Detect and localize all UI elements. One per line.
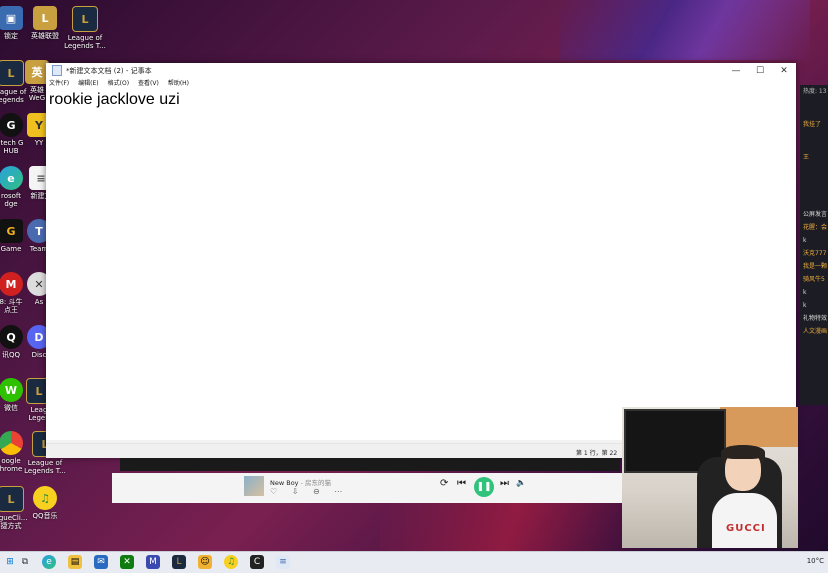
next-icon[interactable]: ⏭: [500, 478, 509, 489]
menu-bar: 文件(F) 编辑(E) 格式(O) 查看(V) 帮助(H): [46, 78, 796, 89]
start-icon[interactable]: ⊞: [3, 555, 17, 569]
task-view-icon[interactable]: ⧉: [18, 555, 32, 569]
desktop-icon-21[interactable]: ♫ QQ音乐: [20, 486, 70, 520]
shirt-logo: GUCCI: [726, 523, 766, 534]
text-editor[interactable]: rookie jacklove uzi: [48, 91, 796, 442]
album-cover[interactable]: [244, 476, 264, 496]
yy-taskbar-icon[interactable]: ☺: [198, 555, 212, 569]
chat-line: k: [803, 237, 807, 244]
weather-status[interactable]: 10°C: [807, 557, 824, 565]
qq-music-icon: ♫: [33, 486, 57, 510]
song-title: New Boy: [270, 479, 299, 487]
taskbar: ⊞ ⧉ e ▤ ✉ ✕ M L ☺ ♫ C ≡ 10°C: [0, 551, 828, 573]
music-player: New Boy - 房东的猫 ♡ ⇩ ⊖ ⋯ ⟳ ⏮ ❚❚ ⏭ 🔈: [112, 473, 624, 503]
chat-line: k: [803, 302, 807, 309]
chat-line: k: [803, 289, 807, 296]
chat-line: 骑风牛5: [803, 276, 825, 283]
app-taskbar-icon[interactable]: M: [146, 555, 160, 569]
close-button[interactable]: ✕: [772, 66, 796, 76]
app-taskbar-icon-2[interactable]: C: [250, 555, 264, 569]
maximize-button[interactable]: ☐: [748, 66, 772, 76]
pause-button[interactable]: ❚❚: [474, 477, 494, 497]
live-chat-panel: 热度: 13 我挂了 王 公屏发言 花腥：会 k 沃克777 我是一颗 骑风牛5…: [800, 85, 828, 405]
chat-line: 人文漫画: [803, 328, 828, 335]
lol-icon: L: [72, 6, 98, 32]
song-artist: - 房东的猫: [298, 479, 332, 487]
chat-line: 我是一颗: [803, 263, 828, 270]
lol-taskbar-icon[interactable]: L: [172, 555, 186, 569]
song-actions[interactable]: ♡ ⇩ ⊖ ⋯: [270, 487, 348, 496]
file-explorer-icon[interactable]: ▤: [68, 555, 82, 569]
notepad-taskbar-icon[interactable]: ≡: [276, 555, 290, 569]
edge-taskbar-icon[interactable]: e: [42, 555, 56, 569]
chat-line: 我挂了: [803, 121, 822, 128]
window-title: *新建文本文档 (2) - 记事本: [66, 66, 152, 75]
lol-icon: L: [33, 6, 57, 30]
player-visual-strip: [120, 458, 620, 471]
chat-heat: 热度: 13: [803, 88, 827, 95]
wallpaper-accent-top: [560, 0, 810, 60]
notepad-icon: [52, 65, 62, 76]
xbox-icon[interactable]: ✕: [120, 555, 134, 569]
menu-format[interactable]: 格式(O): [108, 78, 129, 89]
chat-line: 沃克777: [803, 250, 827, 257]
menu-help[interactable]: 帮助(H): [168, 78, 189, 89]
minimize-button[interactable]: —: [724, 66, 748, 76]
webcam-overlay: GUCCI: [622, 407, 798, 548]
cursor-position: 第 1 行，第 22: [576, 450, 618, 457]
title-bar[interactable]: *新建文本文档 (2) - 记事本 — ☐ ✕: [46, 63, 796, 78]
chat-line: 公屏发言: [803, 211, 828, 218]
streamer-bangs: [721, 445, 765, 459]
volume-icon[interactable]: 🔈: [516, 478, 526, 487]
chat-line: 花腥：会: [803, 224, 828, 231]
menu-edit[interactable]: 编辑(E): [78, 78, 98, 89]
qq-music-taskbar-icon[interactable]: ♫: [224, 555, 238, 569]
menu-view[interactable]: 查看(V): [138, 78, 159, 89]
chat-line: 礼物特效: [803, 315, 828, 322]
now-playing: New Boy - 房东的猫: [270, 477, 331, 487]
streamer-shirt: [712, 493, 777, 548]
loop-icon[interactable]: ⟳: [440, 478, 448, 489]
menu-file[interactable]: 文件(F): [49, 78, 69, 89]
background-shelf: [720, 407, 798, 447]
previous-icon[interactable]: ⏮: [457, 478, 466, 489]
notepad-window[interactable]: *新建文本文档 (2) - 记事本 — ☐ ✕ 文件(F) 编辑(E) 格式(O…: [46, 63, 796, 458]
chat-line: 王: [803, 154, 810, 161]
mail-icon[interactable]: ✉: [94, 555, 108, 569]
desktop-icon-3[interactable]: L League of Legends T...: [60, 6, 110, 50]
